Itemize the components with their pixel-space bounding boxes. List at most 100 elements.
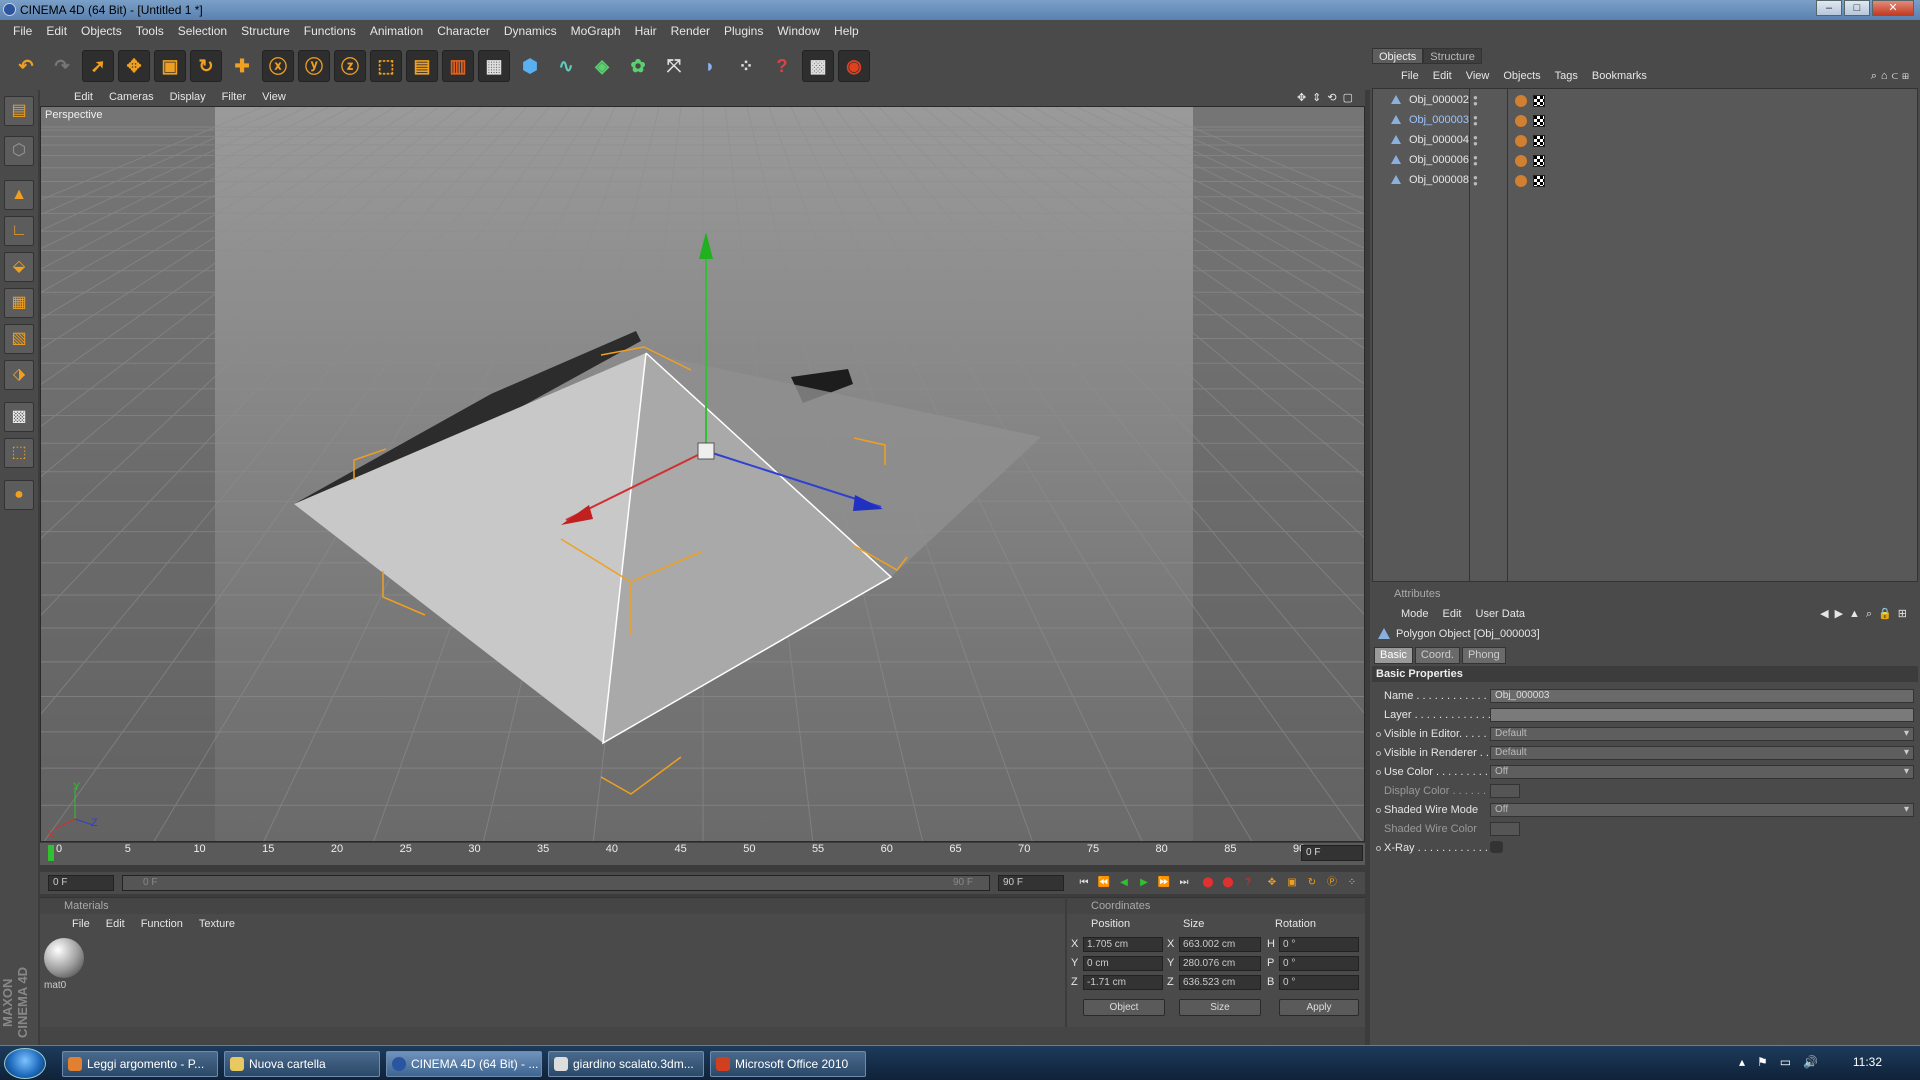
keyframe-selection-icon[interactable]: ? xyxy=(1240,875,1256,891)
use-color-dropdown[interactable]: Off xyxy=(1490,765,1914,779)
animate-dot-icon[interactable] xyxy=(1376,732,1381,737)
menu-window[interactable]: Window xyxy=(770,24,827,38)
viewport-nav-icons[interactable]: ✥⇕⟲▢ xyxy=(1289,91,1365,104)
deformer-icon[interactable]: ⤧ xyxy=(658,50,690,82)
visible-in-renderer-dropdown[interactable]: Default xyxy=(1490,746,1914,760)
object-row[interactable]: Obj_000003 ● ● xyxy=(1373,111,1917,131)
material-preview-sphere[interactable] xyxy=(44,938,84,978)
model-mode-icon[interactable]: ⬡ xyxy=(4,136,34,166)
visibility-dots-icon[interactable]: ● ● xyxy=(1473,94,1478,108)
object-name[interactable]: Obj_000003 xyxy=(1409,114,1469,126)
materials-menu-edit[interactable]: Edit xyxy=(98,918,133,930)
texture-tag-icon[interactable] xyxy=(1533,135,1545,147)
visibility-dots-icon[interactable]: ● ● xyxy=(1473,174,1478,188)
timeline-ruler[interactable]: 0 5 10 15 20 25 30 35 40 45 50 55 60 65 70 75 80 85 90 0 F xyxy=(40,843,1365,865)
menu-animation[interactable]: Animation xyxy=(363,24,430,38)
display-color-swatch[interactable] xyxy=(1490,784,1520,798)
texture-tag-icon[interactable] xyxy=(1533,95,1545,107)
x-axis-lock-icon[interactable]: ⓧ xyxy=(262,50,294,82)
menu-objects[interactable]: Objects xyxy=(74,24,129,38)
select-tool-icon[interactable]: ➚ xyxy=(82,50,114,82)
menu-selection[interactable]: Selection xyxy=(171,24,234,38)
play-icon[interactable]: ▶ xyxy=(1136,875,1152,891)
materials-menu-function[interactable]: Function xyxy=(133,918,191,930)
play-back-icon[interactable]: ◀ xyxy=(1116,875,1132,891)
object-name[interactable]: Obj_000004 xyxy=(1409,134,1469,146)
menu-character[interactable]: Character xyxy=(430,24,497,38)
animate-dot-icon[interactable] xyxy=(1376,846,1381,851)
visibility-dots-icon[interactable]: ● ● xyxy=(1473,154,1478,168)
move-tool-icon[interactable]: ✥ xyxy=(118,50,150,82)
phong-tag-icon[interactable] xyxy=(1515,115,1527,127)
scale-tool-icon[interactable]: ▣ xyxy=(154,50,186,82)
attr-menu-edit[interactable]: Edit xyxy=(1436,608,1469,620)
menu-plugins[interactable]: Plugins xyxy=(717,24,770,38)
maximize-button[interactable]: □ xyxy=(1844,0,1870,16)
menu-hair[interactable]: Hair xyxy=(628,24,664,38)
obj-menu-objects[interactable]: Objects xyxy=(1496,70,1547,82)
coord-size-z-field[interactable]: 636.523 cm xyxy=(1179,975,1261,990)
timeline-playhead[interactable] xyxy=(48,845,54,861)
redo-icon[interactable]: ↷ xyxy=(46,50,78,82)
sculpt-icon[interactable]: ● xyxy=(4,480,34,510)
viewport-menu-edit[interactable]: Edit xyxy=(66,91,101,103)
object-mode-icon[interactable]: ▲ xyxy=(4,180,34,210)
prev-key-icon[interactable]: ⏪ xyxy=(1096,875,1112,891)
xray-checkbox[interactable] xyxy=(1490,841,1503,853)
rotate-tool-icon[interactable]: ↻ xyxy=(190,50,222,82)
coord-size-mode-dropdown[interactable]: Size xyxy=(1179,999,1261,1016)
obj-menu-file[interactable]: File xyxy=(1394,70,1426,82)
attr-nav-icons[interactable]: ◀▶▲⌕🔒⊞ xyxy=(1813,607,1920,621)
shaded-wire-color-swatch[interactable] xyxy=(1490,822,1520,836)
edges-mode-icon[interactable]: ▦ xyxy=(4,288,34,318)
texture-checker-icon[interactable]: ▩ xyxy=(4,402,34,432)
menu-functions[interactable]: Functions xyxy=(297,24,363,38)
attr-menu-user-data[interactable]: User Data xyxy=(1469,608,1533,620)
texture-tag-icon[interactable] xyxy=(1533,175,1545,187)
material-name[interactable]: mat0 xyxy=(44,980,66,991)
render-picture-viewer-icon[interactable]: ▥ xyxy=(442,50,474,82)
taskbar-item[interactable]: Leggi argomento - P... xyxy=(62,1051,218,1077)
coord-pos-z-field[interactable]: -1.71 cm xyxy=(1083,975,1163,990)
points-mode-icon[interactable]: ⬙ xyxy=(4,252,34,282)
coord-pos-y-field[interactable]: 0 cm xyxy=(1083,956,1163,971)
axis-mode-icon[interactable]: ∟ xyxy=(4,216,34,246)
layout-icon[interactable]: ▤ xyxy=(4,96,34,126)
render-globe-icon[interactable]: ◉ xyxy=(838,50,870,82)
layer-field[interactable] xyxy=(1490,708,1914,722)
taskbar-item[interactable]: giardino scalato.3dm... xyxy=(548,1051,704,1077)
array-icon[interactable]: ✿ xyxy=(622,50,654,82)
object-row[interactable]: Obj_000004 ● ● xyxy=(1373,131,1917,151)
end-frame-field[interactable]: 90 F xyxy=(998,875,1064,891)
coord-rot-h-field[interactable]: 0 ° xyxy=(1279,937,1359,952)
windows-start-button[interactable] xyxy=(4,1048,46,1079)
goto-end-icon[interactable]: ⏭ xyxy=(1176,875,1192,891)
coord-pos-x-field[interactable]: 1.705 cm xyxy=(1083,937,1163,952)
phong-tag-icon[interactable] xyxy=(1515,155,1527,167)
texture-mode-icon[interactable]: ⬗ xyxy=(4,360,34,390)
texture-tag-icon[interactable] xyxy=(1533,155,1545,167)
close-button[interactable]: ✕ xyxy=(1872,0,1914,16)
nurbs-icon[interactable]: ◈ xyxy=(586,50,618,82)
menu-edit[interactable]: Edit xyxy=(39,24,74,38)
key-pla-icon[interactable]: ⁘ xyxy=(1344,875,1360,891)
object-row[interactable]: Obj_000006 ● ● xyxy=(1373,151,1917,171)
object-name[interactable]: Obj_000008 xyxy=(1409,174,1469,186)
tab-basic[interactable]: Basic xyxy=(1374,647,1413,664)
menu-render[interactable]: Render xyxy=(664,24,717,38)
obj-menu-edit[interactable]: Edit xyxy=(1426,70,1459,82)
coord-apply-button[interactable]: Apply xyxy=(1279,999,1359,1016)
animate-dot-icon[interactable] xyxy=(1376,751,1381,756)
visibility-dots-icon[interactable]: ● ● xyxy=(1473,114,1478,128)
taskbar-item[interactable]: CINEMA 4D (64 Bit) - ... xyxy=(386,1051,542,1077)
live-selection-icon[interactable]: ✚ xyxy=(226,50,258,82)
taskbar-item[interactable]: Nuova cartella xyxy=(224,1051,380,1077)
materials-menu-texture[interactable]: Texture xyxy=(191,918,243,930)
visibility-dots-icon[interactable]: ● ● xyxy=(1473,134,1478,148)
object-row[interactable]: Obj_000008 ● ● xyxy=(1373,171,1917,191)
menu-dynamics[interactable]: Dynamics xyxy=(497,24,564,38)
viewport-menu-cameras[interactable]: Cameras xyxy=(101,91,162,103)
animate-dot-icon[interactable] xyxy=(1376,770,1381,775)
menu-mograph[interactable]: MoGraph xyxy=(564,24,628,38)
key-rotation-icon[interactable]: ↻ xyxy=(1304,875,1320,891)
